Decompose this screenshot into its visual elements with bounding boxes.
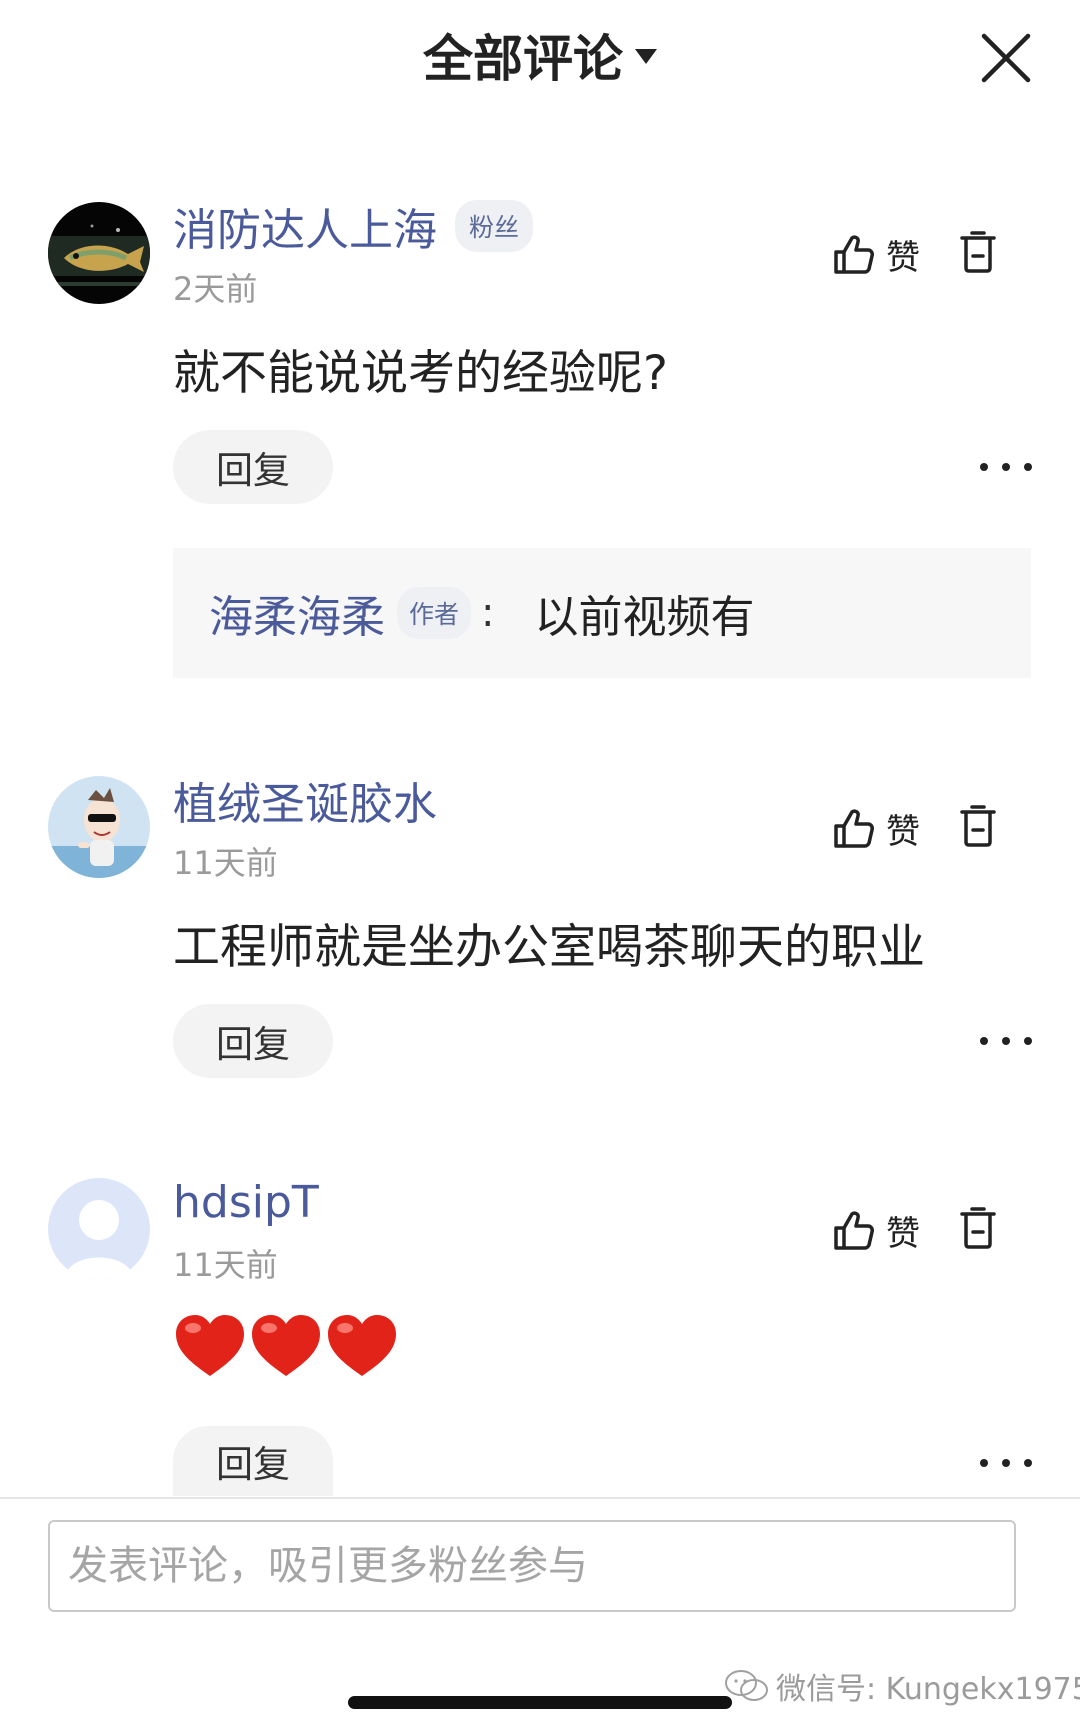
dot-icon	[980, 1459, 988, 1467]
more-options-button[interactable]	[980, 1026, 1032, 1056]
comment-text: 工程师就是坐办公室喝茶聊天的职业	[173, 920, 925, 975]
trash-icon	[960, 805, 996, 847]
red-heart-icon	[252, 1315, 320, 1376]
comment-filter-dropdown[interactable]: 全部评论	[0, 24, 1080, 94]
home-indicator[interactable]	[348, 1696, 732, 1709]
like-label: 赞	[886, 1213, 920, 1254]
comment-time: 11天前	[173, 844, 278, 882]
fan-badge: 粉丝	[455, 200, 534, 252]
author-reply: 海柔海柔 作者 : 以前视频有	[173, 548, 1031, 678]
more-options-button[interactable]	[980, 452, 1032, 482]
reply-text: 以前视频有	[534, 592, 755, 643]
dot-icon	[1002, 1459, 1010, 1467]
dot-icon	[1024, 463, 1032, 471]
page-title: 全部评论	[423, 30, 623, 88]
comment-time: 11天前	[173, 1246, 278, 1284]
comment-time: 2天前	[173, 270, 258, 308]
like-button[interactable]: 赞	[832, 1202, 932, 1258]
close-icon	[981, 33, 1031, 83]
close-button[interactable]	[976, 28, 1036, 88]
thumbs-up-icon	[834, 809, 874, 848]
watermark: 微信号: Kungekx1975	[724, 1664, 1080, 1708]
red-heart-icon	[176, 1315, 244, 1376]
reply-author[interactable]: 海柔海柔	[209, 581, 385, 645]
divider	[0, 1497, 1080, 1499]
caret-down-icon	[635, 49, 657, 64]
username[interactable]: 消防达人上海	[173, 194, 437, 258]
thumbs-up-icon	[834, 235, 874, 274]
avatar[interactable]	[48, 202, 150, 304]
comments-panel: 全部评论 消防达人上海 粉丝 2天前 赞 就不能说说考的经验呢? 回复 海柔海柔…	[0, 0, 1080, 1735]
dot-icon	[1002, 463, 1010, 471]
panel-header: 全部评论	[0, 0, 1080, 120]
reply-button[interactable]: 回复	[173, 1426, 333, 1496]
red-heart-icon	[328, 1315, 396, 1376]
delete-button[interactable]	[958, 1206, 1006, 1262]
trash-icon	[960, 1207, 996, 1249]
comment-header: hdsipT	[173, 1172, 319, 1232]
thumbs-up-icon	[834, 1211, 874, 1250]
comment-text: 就不能说说考的经验呢?	[173, 346, 668, 401]
like-button[interactable]: 赞	[832, 800, 932, 856]
comment-header: 植绒圣诞胶水	[173, 770, 437, 830]
username[interactable]: hdsipT	[173, 1177, 319, 1228]
username[interactable]: 植绒圣诞胶水	[173, 768, 437, 832]
avatar[interactable]	[48, 776, 150, 878]
comment-header: 消防达人上海 粉丝	[173, 194, 534, 258]
like-label: 赞	[886, 237, 920, 278]
avatar[interactable]	[48, 1178, 150, 1280]
author-badge: 作者	[397, 587, 472, 639]
trash-icon	[960, 231, 996, 273]
comment-input[interactable]	[48, 1520, 1016, 1612]
reply-button[interactable]: 回复	[173, 430, 333, 504]
dot-icon	[1002, 1037, 1010, 1045]
watermark-text: 微信号: Kungekx1975	[776, 1672, 1080, 1707]
like-button[interactable]: 赞	[832, 226, 932, 282]
more-options-button[interactable]	[980, 1448, 1032, 1478]
delete-button[interactable]	[958, 804, 1006, 860]
dot-icon	[1024, 1459, 1032, 1467]
dot-icon	[980, 1037, 988, 1045]
dot-icon	[980, 463, 988, 471]
comment-emoji-hearts	[173, 1312, 401, 1392]
like-label: 赞	[886, 811, 920, 852]
delete-button[interactable]	[958, 230, 1006, 286]
dot-icon	[1024, 1037, 1032, 1045]
reply-button[interactable]: 回复	[173, 1004, 333, 1078]
reply-separator: :	[481, 590, 495, 636]
